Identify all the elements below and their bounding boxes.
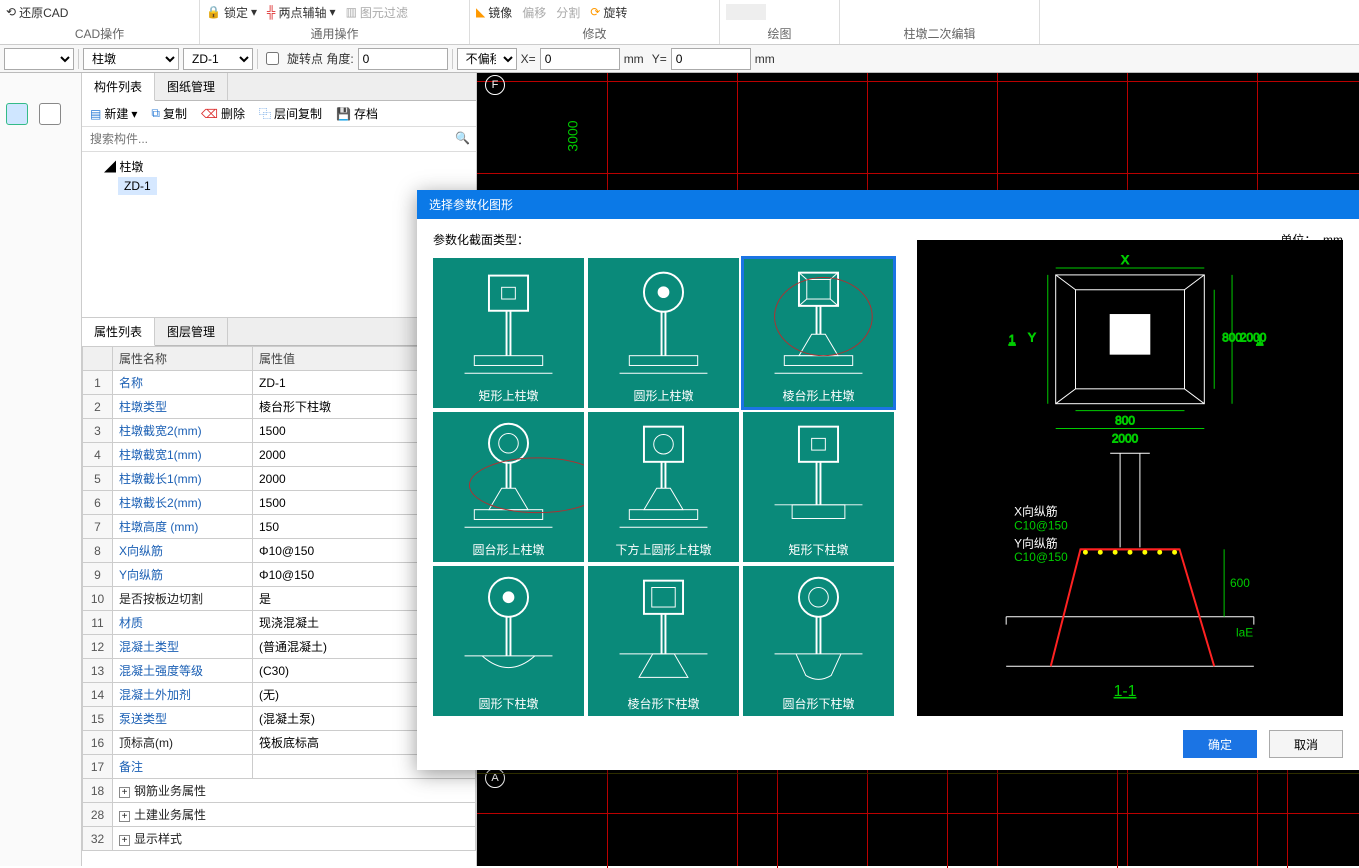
tab-layer-manage[interactable]: 图层管理 [155,318,228,345]
copy-button[interactable]: ⧉复制 [151,105,187,122]
list-mode-icon[interactable] [6,103,28,125]
component-select[interactable]: ZD-1 [183,48,253,70]
offset-button[interactable]: 偏移 [522,4,546,21]
option-bar: 柱墩 ZD-1 旋转点 角度: 不偏移 X= mm Y= mm [0,45,1359,73]
two-point-axis-button[interactable]: ╬两点辅轴 ▾ [267,4,336,21]
svg-text:Y: Y [1028,330,1036,344]
grid-bubble: F [485,75,505,95]
mm-label: mm [755,52,775,66]
y-input[interactable] [671,48,751,70]
y-label: Y= [652,52,667,66]
tab-drawing-manage[interactable]: 图纸管理 [155,73,228,100]
grid-bubble: A [485,768,505,788]
ok-button[interactable]: 确定 [1183,730,1257,758]
section-type-label: 参数化截面类型： [433,231,529,248]
dialog-title: 选择参数化图形 [417,190,1359,219]
shape-grid: 矩形上柱墩圆形上柱墩棱台形上柱墩圆台形上柱墩下方上圆形上柱墩矩形下柱墩圆形下柱墩… [433,258,896,716]
cancel-button[interactable]: 取消 [1269,730,1343,758]
shape-option[interactable]: 圆形下柱墩 [433,566,584,716]
ribbon: ⟲ 还原CAD CAD操作 🔒锁定 ▾ ╬两点辅轴 ▾ ▥ 图元过滤 通用操作 … [0,0,1359,45]
ribbon-group-label: CAD操作 [6,25,193,42]
left-select-1[interactable] [4,48,74,70]
angle-input[interactable] [358,48,448,70]
shape-preview: X 800 2000 800 2000 Y 1 1 [917,240,1343,716]
table-group-row[interactable]: 18+钢筋业务属性 [83,779,476,803]
svg-text:X向纵筋: X向纵筋 [1014,505,1058,519]
shape-picker-dialog: 选择参数化图形 参数化截面类型： 单位： mm 矩形上柱墩圆形上柱墩棱台形上柱墩… [417,190,1359,770]
search-icon[interactable]: 🔍 [455,131,470,145]
rotate-button[interactable]: ⟳旋转 [590,4,627,21]
svg-text:2000: 2000 [1112,431,1139,445]
category-select[interactable]: 柱墩 [83,48,179,70]
svg-text:laE: laE [1236,626,1253,640]
delete-button[interactable]: ⌫删除 [201,105,245,122]
mirror-button[interactable]: ◣镜像 [476,4,512,21]
thumb-mode-icon[interactable] [39,103,61,125]
filter-button[interactable]: ▥ 图元过滤 [346,4,408,21]
ribbon-group-label: 通用操作 [206,25,463,42]
svg-text:X: X [1121,253,1129,267]
left-mode-column [0,73,82,866]
shape-option[interactable]: 圆形上柱墩 [588,258,739,408]
search-input[interactable] [82,127,476,151]
shape-option[interactable]: 圆台形上柱墩 [433,412,584,562]
dim-text: 3000 [565,120,581,151]
mm-label: mm [624,52,644,66]
ribbon-group-label: 绘图 [726,25,833,42]
shape-option[interactable]: 圆台形下柱墩 [743,566,894,716]
shape-option[interactable]: 矩形上柱墩 [433,258,584,408]
svg-text:1-1: 1-1 [1114,683,1137,700]
new-button[interactable]: ▤新建 ▾ [90,105,137,122]
x-input[interactable] [540,48,620,70]
tab-properties[interactable]: 属性列表 [82,318,155,346]
rotate-label: 旋转点 角度: [287,50,354,67]
draw-placeholder [726,4,766,20]
ribbon-group-label: 柱墩二次编辑 [846,25,1033,42]
tree-node[interactable]: ◢ 柱墩 [90,156,468,177]
svg-text:C10@150: C10@150 [1014,519,1068,533]
svg-text:C10@150: C10@150 [1014,550,1068,564]
rotate-checkbox[interactable] [266,52,279,65]
shape-option[interactable]: 棱台形上柱墩 [743,258,894,408]
svg-text:600: 600 [1230,576,1250,590]
save-button[interactable]: 💾存档 [336,105,378,122]
col-index [83,347,113,371]
x-label: X= [521,52,536,66]
restore-cad-button[interactable]: ⟲ 还原CAD [6,4,68,21]
svg-text:Y向纵筋: Y向纵筋 [1014,536,1058,550]
split-button[interactable]: 分割 [556,4,580,21]
table-group-row[interactable]: 32+显示样式 [83,827,476,851]
shape-option[interactable]: 矩形下柱墩 [743,412,894,562]
shape-option[interactable]: 棱台形下柱墩 [588,566,739,716]
tree-leaf[interactable]: ZD-1 [118,177,157,195]
shape-option[interactable]: 下方上圆形上柱墩 [588,412,739,562]
ribbon-group-label: 修改 [476,25,713,42]
layer-copy-button[interactable]: ⿻层间复制 [259,105,322,122]
svg-text:1: 1 [1009,332,1016,346]
col-name: 属性名称 [113,347,253,371]
svg-text:800: 800 [1115,414,1135,428]
tab-component-list[interactable]: 构件列表 [82,73,155,101]
offset-select[interactable]: 不偏移 [457,48,517,70]
lock-button[interactable]: 🔒锁定 ▾ [206,4,257,21]
table-group-row[interactable]: 28+土建业务属性 [83,803,476,827]
svg-text:1: 1 [1256,332,1263,346]
